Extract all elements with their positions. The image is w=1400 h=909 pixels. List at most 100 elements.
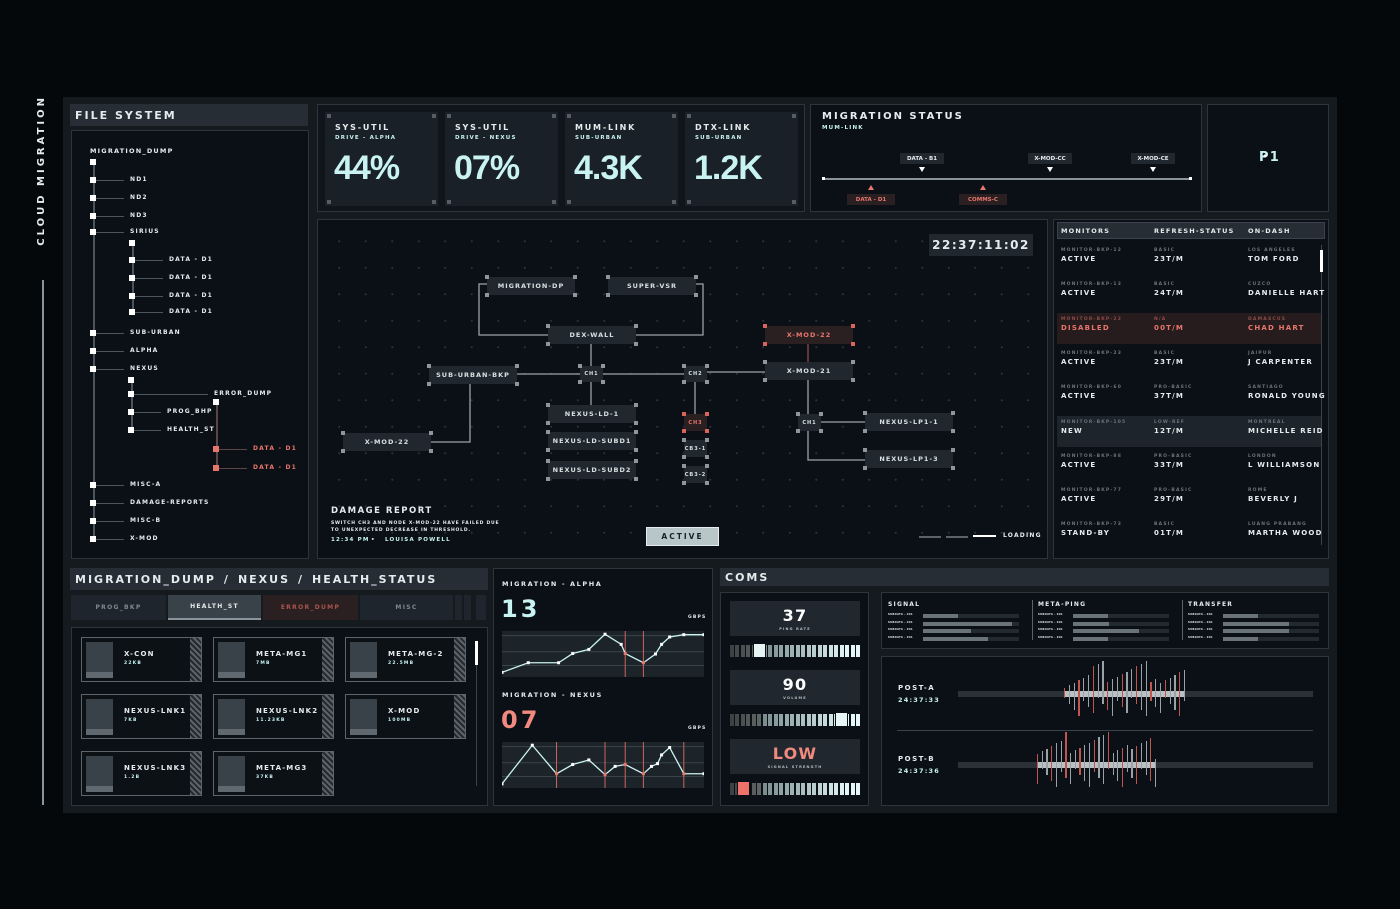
tree-node-icon[interactable] — [90, 195, 96, 201]
node-handle[interactable] — [819, 412, 823, 416]
node-handle[interactable] — [427, 382, 431, 386]
monitors-col-dash[interactable]: ON-DASH — [1248, 227, 1291, 235]
node-handle[interactable] — [578, 364, 582, 368]
network-node[interactable]: NEXUS-LD-1 — [546, 403, 638, 425]
network-node[interactable]: CH2 — [682, 364, 709, 384]
tree-item-label[interactable]: SIRIUS — [130, 228, 160, 235]
node-handle[interactable] — [429, 449, 433, 453]
node-handle[interactable] — [573, 293, 577, 297]
tree-item-label[interactable]: DAMAGE-REPORTS — [130, 499, 210, 506]
node-handle[interactable] — [682, 455, 686, 459]
breadcrumb-item[interactable]: HEALTH_STATUS — [312, 573, 437, 586]
node-handle[interactable] — [546, 477, 550, 481]
node-handle[interactable] — [546, 430, 550, 434]
node-handle[interactable] — [951, 429, 955, 433]
network-node[interactable]: CB3-1 — [682, 438, 709, 459]
tree-node-icon[interactable] — [128, 409, 134, 415]
monitors-col-refresh[interactable]: REFRESH-STATUS — [1154, 227, 1234, 235]
tree-node-icon[interactable] — [129, 309, 135, 315]
slider-handle[interactable] — [834, 712, 848, 727]
tree-node-icon[interactable] — [90, 500, 96, 506]
node-handle[interactable] — [682, 364, 686, 368]
network-node[interactable]: NEXUS-LD-SUBD2 — [546, 459, 638, 481]
node-handle[interactable] — [601, 380, 605, 384]
node-handle[interactable] — [796, 429, 800, 433]
tree-item-label[interactable]: DATA - D1 — [253, 464, 297, 471]
tab-overflow[interactable] — [455, 595, 462, 620]
tree-node-icon[interactable] — [90, 330, 96, 336]
node-handle[interactable] — [682, 429, 686, 433]
tree-item-label[interactable]: NEXUS — [130, 365, 159, 372]
tree-item-label[interactable]: DATA - D1 — [169, 292, 213, 299]
table-row[interactable]: MONITOR-BKP-88 ACTIVE PRO-BASIC 33T/M LONDON… — [1057, 450, 1321, 481]
node-handle[interactable] — [634, 448, 638, 452]
tree-item-label[interactable]: ERROR_DUMP — [214, 390, 272, 397]
tree-node-icon[interactable] — [213, 446, 219, 452]
node-handle[interactable] — [634, 342, 638, 346]
node-handle[interactable] — [705, 364, 709, 368]
tree-node-icon[interactable] — [90, 177, 96, 183]
tree-node-icon[interactable] — [128, 427, 134, 433]
tree-item-label[interactable]: DATA - D1 — [169, 274, 213, 281]
node-handle[interactable] — [634, 430, 638, 434]
node-handle[interactable] — [705, 438, 709, 442]
tree-node-icon[interactable] — [90, 229, 96, 235]
dial-slider[interactable] — [730, 645, 861, 657]
tree-node-icon[interactable] — [90, 348, 96, 354]
tree-item-label[interactable]: ALPHA — [130, 347, 159, 354]
table-row[interactable]: MONITOR-BKP-12 ACTIVE BASIC 23T/M LOS ANGELE… — [1057, 244, 1321, 275]
tree-node-icon[interactable] — [90, 366, 96, 372]
file-item[interactable]: NEXUS-LNK1 7KB — [81, 694, 202, 739]
network-node[interactable]: NEXUS-LD-SUBD1 — [546, 430, 638, 452]
network-node[interactable]: NEXUS-LP1-3 — [863, 448, 955, 470]
node-handle[interactable] — [851, 360, 855, 364]
node-handle[interactable] — [705, 429, 709, 433]
node-handle[interactable] — [863, 448, 867, 452]
network-node[interactable]: SUB-URBAN-BKP — [427, 364, 519, 386]
node-handle[interactable] — [705, 412, 709, 416]
node-handle[interactable] — [951, 411, 955, 415]
table-row[interactable]: MONITOR-BKP-105 NEW LOW-REF 12T/M MONTREAL MI… — [1057, 415, 1322, 447]
file-item[interactable]: NEXUS-LNK2 11.23KB — [213, 694, 334, 739]
node-handle[interactable] — [606, 293, 610, 297]
breadcrumb-item[interactable]: NEXUS — [238, 573, 290, 586]
node-handle[interactable] — [705, 455, 709, 459]
file-item[interactable]: META-MG1 7MB — [213, 637, 334, 682]
tab-prog-bkp[interactable]: PROG_BKP — [71, 595, 166, 620]
node-handle[interactable] — [634, 403, 638, 407]
network-node[interactable]: DEX-WALL — [546, 324, 638, 346]
file-item[interactable]: X-CON 22KB — [81, 637, 202, 682]
node-handle[interactable] — [682, 464, 686, 468]
node-handle[interactable] — [763, 342, 767, 346]
node-handle[interactable] — [694, 293, 698, 297]
node-handle[interactable] — [819, 429, 823, 433]
tree-node-icon[interactable] — [213, 465, 219, 471]
node-handle[interactable] — [341, 431, 345, 435]
node-handle[interactable] — [546, 421, 550, 425]
node-handle[interactable] — [705, 464, 709, 468]
node-handle[interactable] — [682, 380, 686, 384]
tab-misc[interactable]: MISC — [360, 595, 453, 620]
tree-item-label[interactable]: MISC-B — [130, 517, 161, 524]
node-handle[interactable] — [546, 459, 550, 463]
tree-item-label[interactable]: X-MOD — [130, 535, 159, 542]
node-handle[interactable] — [863, 466, 867, 470]
files-scroll-thumb[interactable] — [475, 641, 478, 665]
table-row[interactable]: MONITOR-BKP-77 ACTIVE PRO-BASIC 29T/M ROME BE… — [1057, 484, 1321, 515]
tree-item-label[interactable]: ND2 — [130, 194, 148, 201]
network-node[interactable]: X-MOD-22 — [763, 324, 855, 346]
tab-health-st[interactable]: HEALTH_ST — [168, 595, 261, 620]
tree-node-icon[interactable] — [90, 213, 96, 219]
node-handle[interactable] — [546, 324, 550, 328]
network-node[interactable]: X-MOD-22 — [341, 431, 433, 453]
node-handle[interactable] — [546, 403, 550, 407]
tree-node-icon[interactable] — [129, 293, 135, 299]
node-handle[interactable] — [429, 431, 433, 435]
node-handle[interactable] — [427, 364, 431, 368]
node-handle[interactable] — [546, 448, 550, 452]
node-handle[interactable] — [634, 477, 638, 481]
node-handle[interactable] — [573, 275, 577, 279]
node-handle[interactable] — [485, 275, 489, 279]
node-handle[interactable] — [578, 380, 582, 384]
node-handle[interactable] — [796, 412, 800, 416]
